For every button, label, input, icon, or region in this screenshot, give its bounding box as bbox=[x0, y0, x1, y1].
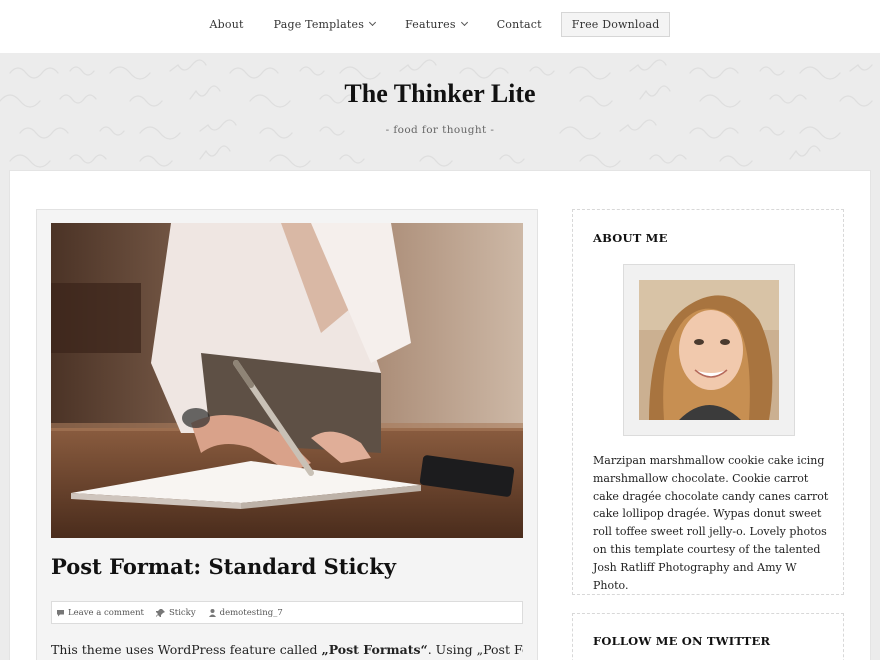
about-me-title: ABOUT ME bbox=[593, 231, 668, 245]
top-navigation: About Page Templates Features Contact Fr… bbox=[0, 0, 880, 53]
nav-item-contact[interactable]: Contact bbox=[497, 18, 542, 31]
chevron-down-icon bbox=[369, 18, 377, 27]
nav-item-features[interactable]: Features bbox=[405, 18, 468, 31]
sticky-tag-link[interactable]: Sticky bbox=[155, 607, 196, 618]
site-title[interactable]: The Thinker Lite bbox=[0, 79, 880, 109]
nav-item-label: Features bbox=[405, 18, 456, 31]
author-link[interactable]: demotesting_7 bbox=[208, 608, 283, 618]
site-header: The Thinker Lite - food for thought - bbox=[0, 53, 880, 170]
pin-icon bbox=[155, 608, 165, 617]
comment-label: Leave a comment bbox=[68, 607, 144, 618]
nav-item-page-templates[interactable]: Page Templates bbox=[273, 18, 377, 31]
twitter-widget: FOLLOW ME ON TWITTER bbox=[572, 613, 844, 660]
excerpt-text-after: . Using „Post Formats“ bbox=[427, 642, 523, 657]
nav-item-label: Page Templates bbox=[273, 18, 365, 31]
free-download-button[interactable]: Free Download bbox=[560, 12, 671, 37]
about-me-widget: ABOUT ME Marzipan marshmallow cookie cak… bbox=[572, 209, 844, 595]
post-title[interactable]: Post Format: Standard Sticky bbox=[51, 554, 523, 579]
handwriting-texture-art bbox=[0, 59, 873, 168]
writing-desk-photo bbox=[51, 223, 523, 538]
author-label: demotesting_7 bbox=[219, 607, 283, 618]
content-wrapper: Post Format: Standard Sticky Leave a com… bbox=[9, 170, 871, 660]
post-excerpt: This theme uses WordPress feature called… bbox=[51, 642, 523, 657]
user-icon bbox=[208, 609, 216, 617]
avatar-frame bbox=[623, 264, 795, 436]
about-me-text: Marzipan marshmallow cookie cake icing m… bbox=[593, 454, 829, 592]
post-featured-image[interactable] bbox=[51, 223, 523, 538]
free-download-label: Free Download bbox=[571, 18, 660, 31]
post-meta-bar: Leave a comment Sticky demotesting_7 bbox=[51, 601, 523, 624]
excerpt-text-before: This theme uses WordPress feature called bbox=[51, 642, 322, 657]
post-card: Post Format: Standard Sticky Leave a com… bbox=[36, 209, 538, 660]
comment-icon bbox=[57, 609, 64, 616]
nav-item-label: Contact bbox=[496, 18, 542, 31]
twitter-widget-title: FOLLOW ME ON TWITTER bbox=[593, 634, 771, 648]
leave-comment-link[interactable]: Leave a comment bbox=[56, 608, 144, 618]
excerpt-bold-term: „Post Formats“ bbox=[321, 642, 428, 657]
portrait-photo bbox=[639, 280, 779, 420]
handwriting-texture bbox=[0, 53, 880, 170]
avatar bbox=[639, 280, 779, 420]
nav-item-about[interactable]: About bbox=[210, 18, 244, 31]
chevron-down-icon bbox=[460, 18, 468, 27]
site-tagline: - food for thought - bbox=[385, 124, 495, 136]
sticky-label: Sticky bbox=[168, 607, 196, 618]
nav-item-label: About bbox=[209, 18, 244, 31]
nav-menu: About Page Templates Features Contact Fr… bbox=[0, 12, 880, 37]
